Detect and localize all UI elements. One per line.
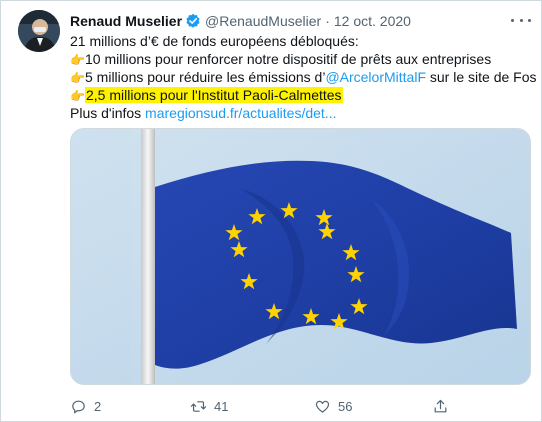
- tweet-text: 21 millions d’€ de fonds européens déblo…: [70, 32, 537, 122]
- tweet-header: Renaud Muselier @RenaudMuselier · 12 oct…: [70, 11, 411, 31]
- tweet-line-text: 5 millions pour réduire les émissions d’: [85, 69, 326, 85]
- tweet-card: Renaud Muselier @RenaudMuselier · 12 oct…: [0, 0, 542, 422]
- like-button[interactable]: 56: [314, 398, 352, 415]
- tweet-image[interactable]: [70, 128, 531, 385]
- tweet-line-text: Plus d'infos: [70, 105, 146, 121]
- tweet-line-4: 👉2,5 millions pour l'Institut Paoli-Calm…: [70, 86, 530, 104]
- more-options-icon[interactable]: [511, 12, 531, 28]
- tweet-line-5: Plus d'infos maregionsud.fr/actualites/d…: [70, 104, 530, 122]
- reply-count: 2: [94, 399, 102, 414]
- like-count: 56: [338, 399, 353, 414]
- pointing-right-emoji-icon: 👉: [70, 71, 85, 85]
- tweet-line-text: 10 millions pour renforcer notre disposi…: [85, 51, 492, 67]
- header-separator: ·: [325, 13, 330, 29]
- author-name[interactable]: Renaud Muselier: [70, 13, 182, 29]
- tweet-line-3: 👉5 millions pour réduire les émissions d…: [70, 68, 537, 86]
- like-icon: [315, 400, 330, 413]
- mention-link[interactable]: @ArcelorMittalF: [325, 69, 426, 85]
- tweet-line-text: 21 millions d’€ de fonds européens déblo…: [70, 33, 359, 49]
- tweet-line-text: sur le site de Fos: [426, 69, 537, 85]
- tweet-line-2: 👉10 millions pour renforcer notre dispos…: [70, 50, 530, 68]
- reply-icon: [72, 400, 85, 414]
- pointing-right-emoji-icon: 👉: [70, 89, 85, 103]
- highlighted-text: 2,5 millions pour l'Institut Paoli-Calme…: [85, 87, 343, 103]
- article-link[interactable]: maregionsud.fr/actualites/det...: [145, 105, 336, 121]
- retweet-button[interactable]: 41: [190, 398, 228, 415]
- share-button[interactable]: [432, 398, 449, 415]
- retweet-icon: [190, 401, 207, 412]
- verified-badge-icon: [185, 13, 201, 29]
- avatar[interactable]: [18, 10, 60, 52]
- reply-button[interactable]: 2: [70, 398, 101, 415]
- share-icon: [434, 399, 447, 413]
- tweet-actions: 2 41 56: [70, 398, 450, 416]
- retweet-count: 41: [214, 399, 229, 414]
- tweet-line-1: 21 millions d’€ de fonds européens déblo…: [70, 32, 530, 50]
- pointing-right-emoji-icon: 👉: [70, 53, 85, 67]
- author-handle[interactable]: @RenaudMuselier: [205, 13, 321, 29]
- tweet-date[interactable]: 12 oct. 2020: [334, 13, 411, 29]
